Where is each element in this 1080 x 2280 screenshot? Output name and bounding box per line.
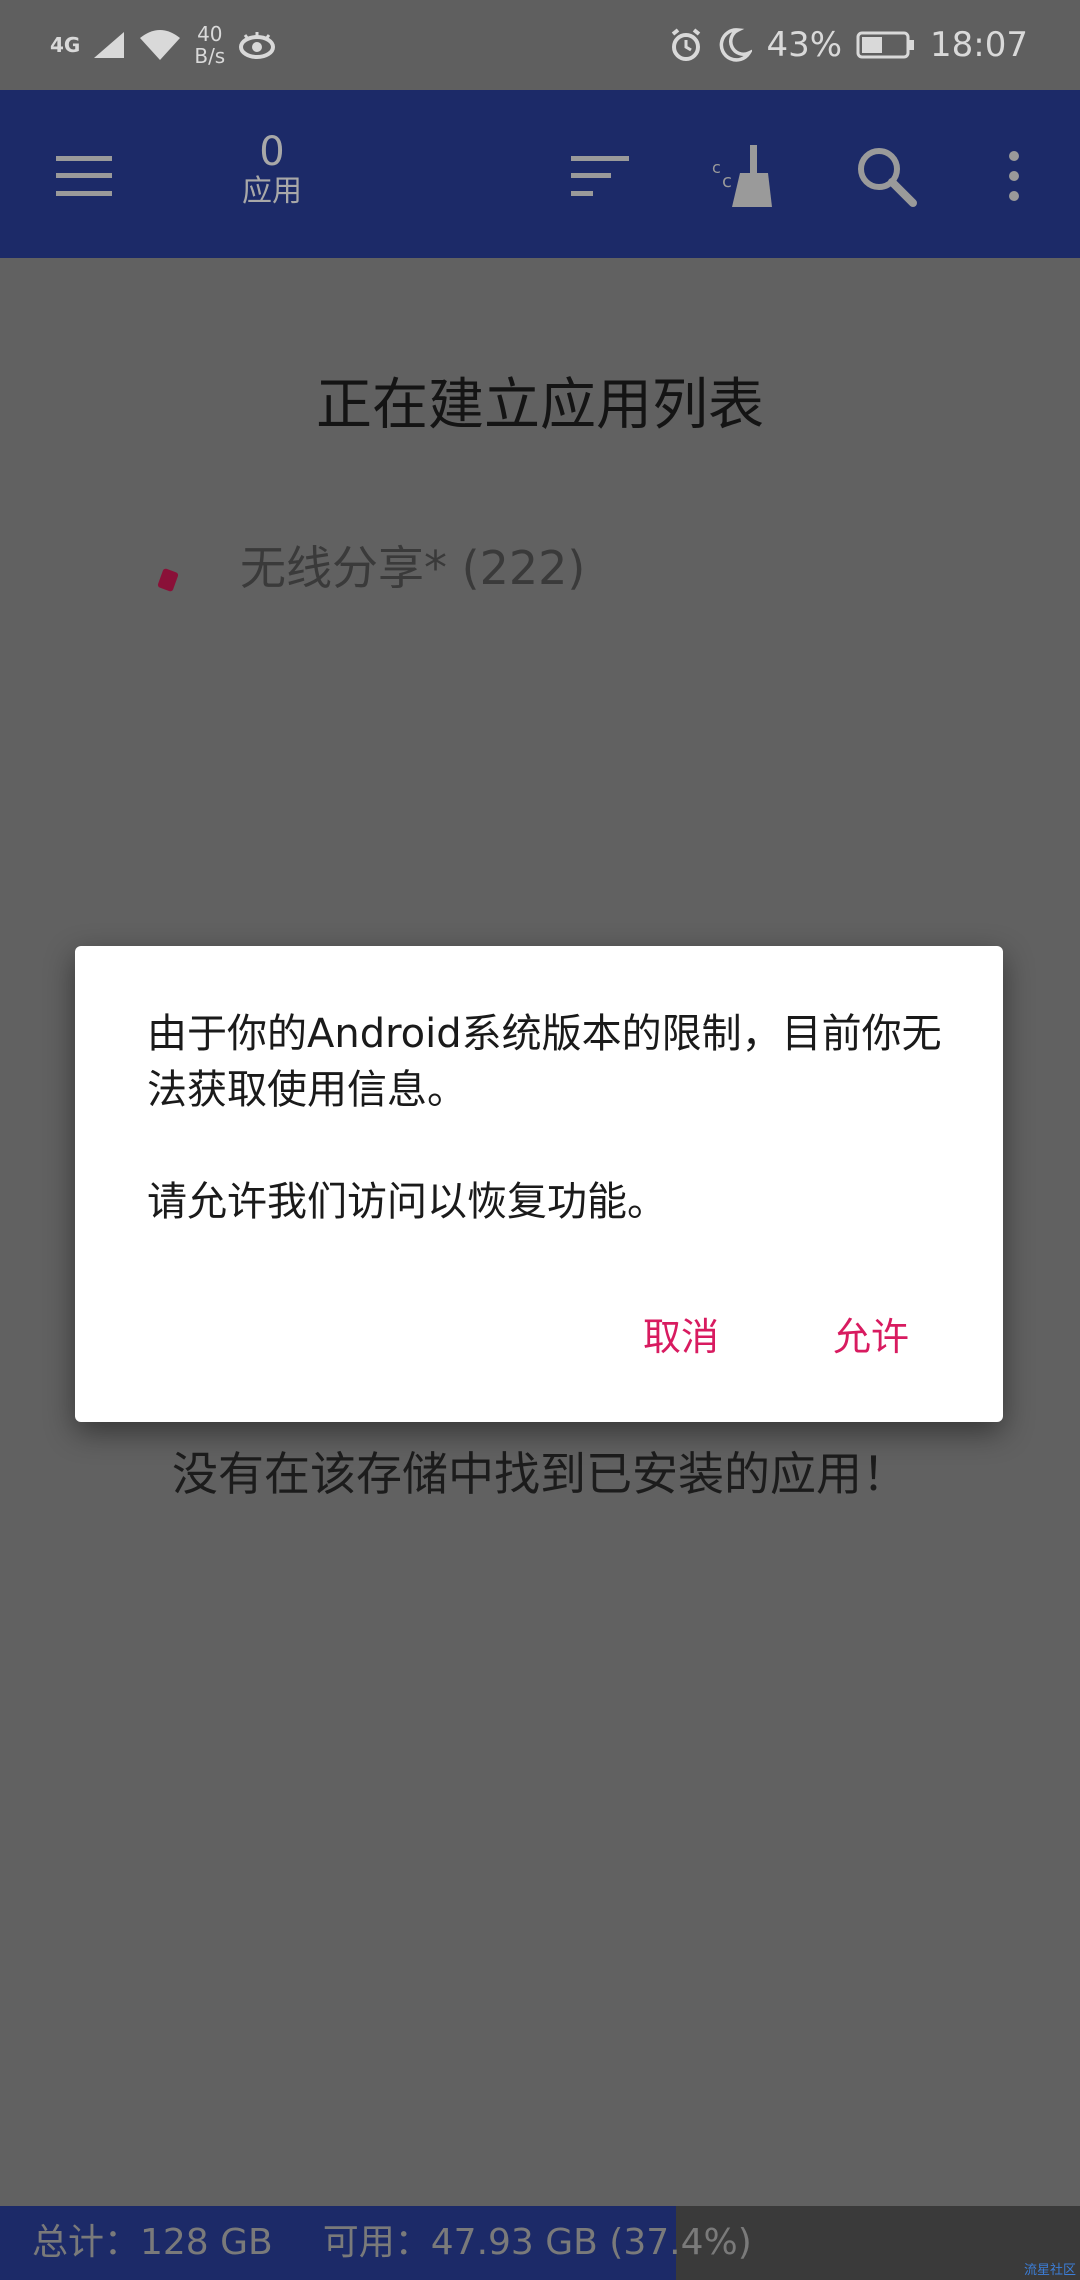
- building-list-title: 正在建立应用列表: [316, 373, 764, 438]
- app-count: 0 应用: [222, 130, 322, 210]
- storage-total: 总计：128 GB: [32, 2222, 273, 2263]
- status-bar: 4G 40 B/s 43% 18:07: [0, 0, 1080, 90]
- more-vert-icon: [1009, 151, 1019, 201]
- app-count-label: 应用: [242, 174, 302, 209]
- cleaner-button[interactable]: cc: [706, 140, 778, 212]
- app-count-number: 0: [259, 129, 285, 175]
- allow-button[interactable]: 允许: [833, 1306, 909, 1361]
- search-button[interactable]: [850, 140, 922, 212]
- more-button[interactable]: [978, 140, 1050, 212]
- net-speed: 40 B/s: [194, 23, 225, 67]
- watermark: 流星社区: [1023, 2263, 1076, 2278]
- loading-spinner: [157, 567, 179, 593]
- net-speed-value: 40: [197, 22, 223, 46]
- dialog-message: 由于你的Android系统版本的限制，目前你无法获取使用信息。 请允许我们访问以…: [147, 1006, 947, 1230]
- wifi-icon: [140, 30, 181, 60]
- eye-icon: [239, 32, 276, 59]
- sort-button[interactable]: [564, 140, 636, 212]
- menu-button[interactable]: [48, 140, 120, 212]
- empty-message: 没有在该存储中找到已安装的应用！: [172, 1447, 908, 1501]
- status-right: 43% 18:07: [668, 18, 1028, 72]
- net-speed-unit: B/s: [194, 44, 226, 68]
- network-type: 4G: [50, 33, 81, 57]
- signal-icon: [94, 32, 125, 58]
- storage-footer: 总计：128 GB 可用：47.93 GB (37.4%) 流星社区: [0, 2206, 1080, 2280]
- progress-text: 无线分享* (222): [240, 541, 586, 595]
- alarm-icon: [672, 28, 701, 61]
- storage-info: 总计：128 GB 可用：47.93 GB (37.4%): [32, 2206, 752, 2280]
- cleaner-icon: cc: [712, 145, 772, 207]
- menu-icon: [56, 156, 112, 196]
- status-left: 4G 40 B/s: [50, 18, 277, 72]
- dialog-message-line2: 请允许我们访问以恢复功能。: [147, 1179, 667, 1225]
- moon-icon: [720, 28, 753, 62]
- sort-icon: [571, 156, 629, 196]
- svg-text:c: c: [722, 171, 732, 192]
- permission-dialog: 由于你的Android系统版本的限制，目前你无法获取使用信息。 请允许我们访问以…: [75, 946, 1003, 1422]
- battery-percent: 43%: [766, 25, 843, 65]
- app-bar: 0 应用 cc: [0, 90, 1080, 258]
- battery-icon: [856, 31, 915, 59]
- dialog-message-line1: 由于你的Android系统版本的限制，目前你无法获取使用信息。: [147, 1011, 942, 1113]
- search-icon: [858, 148, 917, 207]
- svg-text:c: c: [712, 158, 721, 177]
- cancel-button[interactable]: 取消: [643, 1306, 719, 1361]
- clock: 18:07: [930, 25, 1028, 65]
- storage-available: 可用：47.93 GB (37.4%): [322, 2222, 752, 2263]
